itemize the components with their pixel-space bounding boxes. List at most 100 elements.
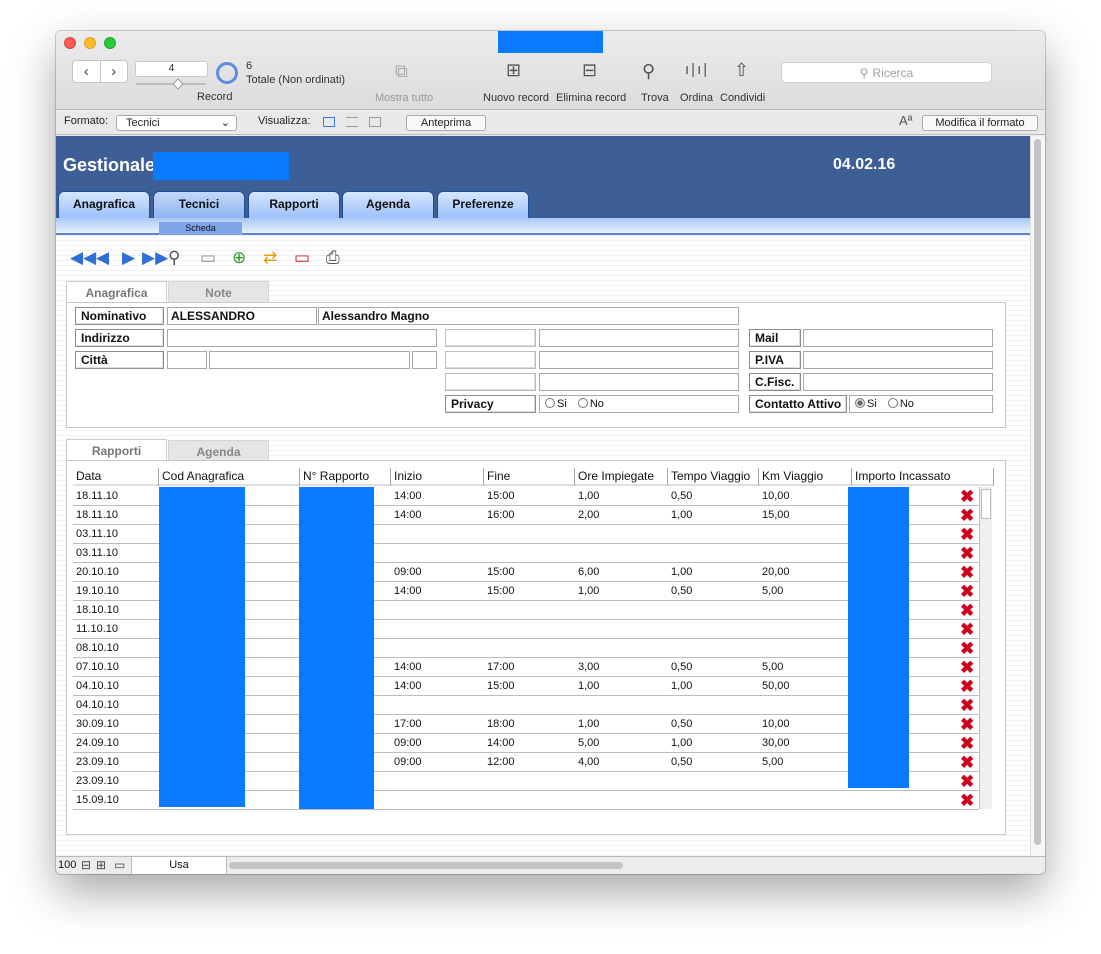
duplicate-icon[interactable]: ▭ [200, 248, 216, 268]
delete-row-icon[interactable]: ✖ [960, 602, 974, 619]
print-icon[interactable]: ⎙ [326, 248, 340, 268]
show-all-button[interactable]: Mostra tutto [375, 92, 433, 104]
cell-km-viaggio[interactable]: 50,00 [762, 680, 790, 692]
cell-km-viaggio[interactable]: 5,00 [762, 661, 783, 673]
delete-row-icon[interactable]: ✖ [960, 507, 974, 524]
preview-button[interactable]: Anteprima [406, 115, 486, 131]
form-view-icon[interactable] [323, 117, 335, 127]
delete-row-icon[interactable]: ✖ [960, 621, 974, 638]
cell-km-viaggio[interactable]: 5,00 [762, 756, 783, 768]
list-view-icon[interactable] [346, 117, 358, 127]
cell-tempo-viaggio[interactable]: 0,50 [671, 661, 692, 673]
indirizzo-field[interactable] [167, 329, 437, 347]
provincia-field[interactable] [412, 351, 437, 369]
delete-row-icon[interactable]: ✖ [960, 792, 974, 809]
delete-row-icon[interactable]: ✖ [960, 678, 974, 695]
new-record-icon[interactable]: ⊞ [506, 60, 521, 81]
share-button[interactable]: Condividi [720, 92, 765, 104]
cell-data[interactable]: 19.10.10 [76, 585, 119, 597]
cell-ore-impiegate[interactable]: 4,00 [578, 756, 599, 768]
delete-record-icon[interactable]: ⊟ [582, 60, 597, 81]
add-record-icon[interactable]: ⊕ [232, 248, 246, 268]
cell-inizio[interactable]: 14:00 [394, 585, 422, 597]
first-record-icon[interactable]: ◀◀ [70, 248, 96, 268]
tab-tecnici[interactable]: Tecnici [153, 191, 245, 218]
zoom-level[interactable]: 100 [58, 859, 76, 871]
phone-field-3[interactable] [539, 373, 739, 391]
cell-inizio[interactable]: 14:00 [394, 490, 422, 502]
cell-inizio[interactable]: 14:00 [394, 680, 422, 692]
previous-record-icon[interactable]: ‹ [73, 61, 100, 82]
cell-ore-impiegate[interactable]: 2,00 [578, 509, 599, 521]
cap-field[interactable] [167, 351, 207, 369]
next-record-icon[interactable]: › [99, 61, 128, 82]
phone-field-2[interactable] [539, 351, 739, 369]
cell-fine[interactable]: 15:00 [487, 585, 515, 597]
col-tempo-viaggio[interactable]: Tempo Viaggio [668, 468, 759, 486]
cell-km-viaggio[interactable]: 30,00 [762, 737, 790, 749]
cell-fine[interactable]: 15:00 [487, 490, 515, 502]
col-data[interactable]: Data [73, 468, 159, 486]
refresh-icon[interactable]: ⇄ [263, 248, 277, 268]
cell-tempo-viaggio[interactable]: 0,50 [671, 585, 692, 597]
contatto-no-radio[interactable] [887, 398, 898, 408]
tab-rapporti-portal[interactable]: Rapporti [66, 439, 167, 461]
find-button[interactable]: Trova [641, 92, 669, 104]
col-n-rapporto[interactable]: N° Rapporto [300, 468, 391, 486]
cell-data[interactable]: 03.11.10 [76, 528, 118, 540]
mode-indicator[interactable]: Usa [131, 857, 227, 874]
subtab-scheda[interactable]: Scheda [159, 222, 242, 235]
tab-record-anagrafica[interactable]: Anagrafica [66, 281, 167, 303]
magnifier-icon[interactable]: ⚲ [168, 248, 180, 268]
tab-anagrafica[interactable]: Anagrafica [58, 191, 150, 218]
cell-inizio[interactable]: 17:00 [394, 718, 422, 730]
tab-rapporti[interactable]: Rapporti [248, 191, 340, 218]
cell-data[interactable]: 23.09.10 [76, 756, 119, 768]
sort-button[interactable]: Ordina [680, 92, 713, 104]
cell-ore-impiegate[interactable]: 1,00 [578, 718, 599, 730]
cell-tempo-viaggio[interactable]: 1,00 [671, 509, 692, 521]
delete-row-icon[interactable]: ✖ [960, 735, 974, 752]
sort-icon[interactable]: ı|ı| [685, 61, 709, 78]
citta-field[interactable] [209, 351, 410, 369]
record-number-field[interactable]: 4 [135, 61, 208, 77]
delete-record-button[interactable]: Elimina record [556, 92, 626, 104]
piva-field[interactable] [803, 351, 993, 369]
last-record-icon[interactable]: ▶▶ [142, 248, 168, 268]
cell-ore-impiegate[interactable]: 3,00 [578, 661, 599, 673]
cell-fine[interactable]: 16:00 [487, 509, 515, 521]
delete-row-icon[interactable]: ✖ [960, 640, 974, 657]
delete-row-icon[interactable]: ✖ [960, 659, 974, 676]
cell-tempo-viaggio[interactable]: 0,50 [671, 718, 692, 730]
cell-inizio[interactable]: 14:00 [394, 661, 422, 673]
privacy-radio-group[interactable]: Si No [539, 395, 739, 413]
table-scroll-thumb[interactable] [981, 489, 991, 519]
tab-record-note[interactable]: Note [168, 281, 269, 303]
delete-row-icon[interactable]: ✖ [960, 697, 974, 714]
font-size-icon[interactable]: Aª [899, 113, 912, 128]
show-all-icon[interactable]: ⧉ [395, 61, 408, 82]
privacy-no-radio[interactable] [577, 398, 588, 408]
zoom-in-icon[interactable]: ⊞ [96, 858, 106, 872]
tab-preferenze[interactable]: Preferenze [437, 191, 529, 218]
col-fine[interactable]: Fine [484, 468, 575, 486]
delete-row-icon[interactable]: ✖ [960, 545, 974, 562]
search-field[interactable]: ⚲ Ricerca [781, 62, 992, 83]
cell-km-viaggio[interactable]: 20,00 [762, 566, 790, 578]
cell-ore-impiegate[interactable]: 6,00 [578, 566, 599, 578]
cell-fine[interactable]: 12:00 [487, 756, 515, 768]
delete-row-icon[interactable]: ✖ [960, 526, 974, 543]
cell-data[interactable]: 24.09.10 [76, 737, 119, 749]
share-icon[interactable]: ⇧ [734, 60, 749, 81]
col-km-viaggio[interactable]: Km Viaggio [759, 468, 852, 486]
tab-agenda[interactable]: Agenda [342, 191, 434, 218]
format-select[interactable]: Tecnici ⌄ [116, 115, 237, 131]
cell-tempo-viaggio[interactable]: 0,50 [671, 756, 692, 768]
zoom-out-icon[interactable]: ⊟ [81, 858, 91, 872]
cell-fine[interactable]: 17:00 [487, 661, 515, 673]
table-scrollbar[interactable] [979, 487, 992, 809]
delete-row-icon[interactable]: ✖ [960, 716, 974, 733]
cell-ore-impiegate[interactable]: 1,00 [578, 585, 599, 597]
minimize-window-button[interactable] [84, 37, 96, 49]
cell-data[interactable]: 18.11.10 [76, 490, 118, 502]
